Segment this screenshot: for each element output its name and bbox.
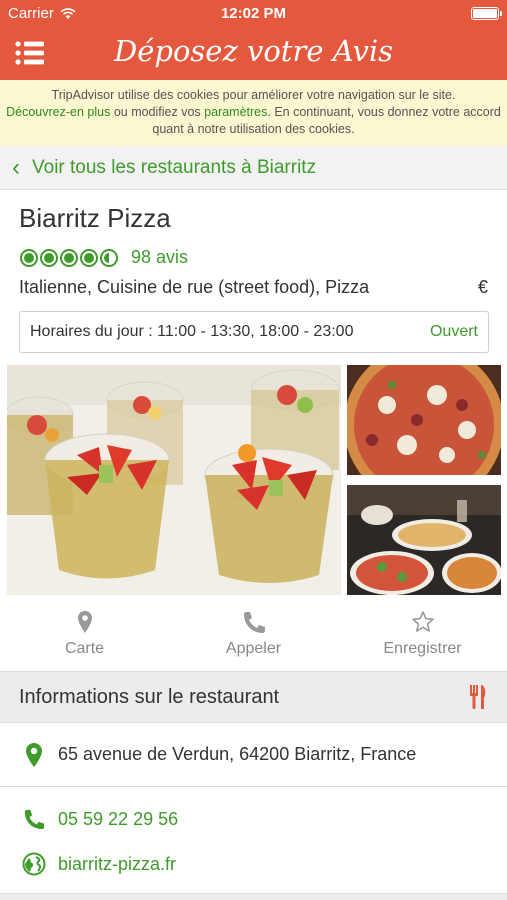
cookie-text-2: ou modifiez vos: [110, 105, 205, 119]
price-range: €: [477, 277, 488, 297]
hours-text: Horaires du jour : 11:00 - 13:30, 18:00 …: [30, 323, 354, 340]
back-to-restaurants-link[interactable]: ‹ Voir tous les restaurants à Biarritz: [0, 146, 507, 190]
website-row[interactable]: biarritz-pizza.fr: [0, 842, 507, 886]
cookie-text-1: TripAdvisor utilise des cookies pour amé…: [51, 88, 456, 102]
rating-bubble-icon: [20, 248, 38, 267]
website-link: biarritz-pizza.fr: [58, 853, 177, 874]
battery-icon: [471, 7, 502, 20]
clock: 12:02 PM: [220, 5, 287, 22]
phone-number: 05 59 22 29 56: [58, 808, 179, 829]
restaurant-info-header: Informations sur le restaurant: [0, 671, 507, 723]
cookie-notice: TripAdvisor utilise des cookies pour amé…: [0, 80, 507, 146]
rating-row[interactable]: 98 avis: [20, 247, 188, 268]
address-row[interactable]: 65 avenue de Verdun, 64200 Biarritz, Fra…: [0, 723, 507, 787]
rating-bubble-icon: [60, 248, 78, 267]
cookie-settings-link[interactable]: paramètres: [204, 105, 267, 119]
address-icon-wrap: [20, 742, 48, 768]
back-link-label: Voir tous les restaurants à Biarritz: [32, 156, 317, 178]
phone-icon: [24, 809, 45, 830]
rating-bubbles: [20, 248, 118, 267]
page-title: Déposez votre Avis: [113, 34, 394, 68]
fruit-cups-image: [7, 365, 341, 595]
bottom-divider: [0, 893, 507, 900]
nav-bar: Déposez votre Avis: [0, 28, 507, 80]
restaurant-name: Biarritz Pizza: [19, 203, 171, 233]
phone-icon-wrap: [20, 808, 48, 830]
rating-half-bubble-icon: [100, 248, 118, 267]
open-status: Ouvert: [429, 323, 478, 340]
call-button[interactable]: Appeler: [169, 598, 338, 670]
save-button[interactable]: Enregistrer: [338, 598, 507, 670]
cuisine-list: Italienne, Cuisine de rue (street food),…: [19, 277, 370, 297]
map-button[interactable]: Carte: [0, 598, 169, 670]
phone-row[interactable]: 05 59 22 29 56: [0, 797, 507, 841]
opening-hours-box[interactable]: Horaires du jour : 11:00 - 13:30, 18:00 …: [19, 311, 489, 353]
photo-gallery: [7, 365, 501, 595]
cookie-learn-more-link[interactable]: Découvrez-en plus: [6, 105, 110, 119]
main-photo[interactable]: [7, 365, 341, 595]
action-bar: Carte Appeler Enregistrer: [0, 598, 507, 670]
website-icon-wrap: [20, 852, 48, 876]
phone-icon: [243, 612, 265, 633]
pizza-photo-1[interactable]: [347, 365, 501, 475]
map-pin-icon: [77, 611, 92, 633]
call-button-label: Appeler: [225, 640, 282, 657]
map-button-label: Carte: [64, 640, 105, 657]
star-icon: [411, 611, 434, 632]
pizza-image: [347, 365, 501, 475]
globe-icon: [22, 852, 46, 876]
pizzas-table-image: [347, 485, 501, 595]
location-pin-icon: [26, 742, 42, 767]
rating-bubble-icon: [40, 248, 58, 267]
status-bar: Carrier 12:02 PM: [0, 0, 507, 28]
review-count[interactable]: 98 avis: [131, 247, 188, 268]
save-button-label: Enregistrer: [383, 640, 462, 657]
fork-knife-icon: [470, 685, 486, 709]
chevron-left-icon: ‹: [12, 153, 20, 181]
pizza-photo-2[interactable]: [347, 485, 501, 595]
address-text: 65 avenue de Verdun, 64200 Biarritz, Fra…: [58, 744, 417, 764]
rating-bubble-icon: [80, 248, 98, 267]
section-title: Informations sur le restaurant: [19, 685, 280, 708]
